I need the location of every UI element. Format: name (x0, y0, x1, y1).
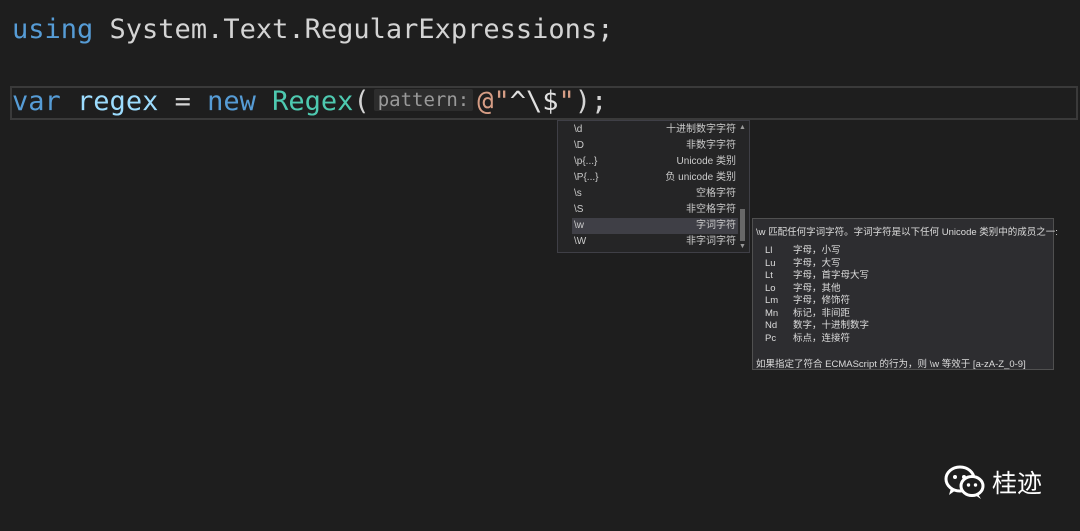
type-regex: Regex (272, 86, 354, 117)
string-open: @" (477, 86, 510, 117)
tooltip-category-row: Lm 字母，修饰符 (765, 295, 850, 307)
completion-key: \s (574, 188, 582, 199)
category-desc: 标记，非间距 (793, 307, 851, 319)
completion-key: \D (574, 140, 584, 151)
tooltip-category-row: Mn 标记，非间距 (765, 308, 850, 320)
tooltip-category-row: Lu 字母，大写 (765, 258, 841, 270)
completion-desc: 非数字字符 (686, 140, 736, 151)
completion-desc: 空格字符 (696, 188, 736, 199)
scroll-up-arrow-icon[interactable]: ▲ (738, 123, 747, 132)
completion-desc: 非空格字符 (686, 204, 736, 215)
completion-key: \S (574, 204, 584, 215)
category-desc: 标点，连接符 (793, 332, 851, 344)
completion-tooltip: \w 匹配任何字词字符。字词字符是以下任何 Unicode 类别中的成员之一: … (752, 218, 1058, 370)
equals-sign: = (158, 86, 208, 117)
watermark-label: 桂迹 (992, 469, 1043, 498)
scroll-thumb[interactable] (740, 209, 745, 241)
completion-key: \p{...} (574, 156, 598, 167)
category-code: Pc (765, 332, 777, 344)
tooltip-category-row: Lo 字母，其他 (765, 283, 841, 295)
tooltip-footer: 如果指定了符合 ECMAScript 的行为，则 \w 等效于 [a-zA-Z_… (756, 359, 1026, 370)
tooltip-category-row: Nd 数字，十进制数字 (765, 320, 869, 332)
category-desc: 字母，首字母大写 (793, 270, 870, 281)
category-desc: 字母，修饰符 (793, 295, 851, 306)
code-line-using[interactable]: using System.Text.RegularExpressions; (12, 14, 613, 45)
completion-item[interactable]: \d 十进制数字字符 (572, 122, 738, 138)
tooltip-category-row: Lt 字母，首字母大写 (765, 270, 869, 282)
keyword-var: var (12, 86, 61, 117)
string-close: " (558, 86, 575, 117)
parameter-hint: pattern: (373, 89, 474, 111)
completion-desc: 负 unicode 类别 (665, 172, 736, 183)
completion-scrollbar[interactable]: ▲ ▼ (738, 123, 747, 251)
completion-desc: 十进制数字字符 (666, 124, 736, 135)
namespace-text: System.Text.RegularExpressions; (93, 14, 614, 45)
open-paren: ( (353, 86, 370, 117)
completion-key: \W (574, 236, 587, 247)
category-code: Lo (765, 282, 776, 294)
category-code: Mn (765, 307, 779, 319)
completion-desc: 非字词字符 (686, 236, 736, 247)
tooltip-category-row: Ll 字母，小写 (765, 245, 841, 257)
completion-desc: 字词字符 (696, 220, 736, 231)
completion-list[interactable]: \d 十进制数字字符 \D 非数字字符 \p{...} Unicode 类别 \P{.… (557, 120, 750, 253)
category-code: Lm (765, 295, 779, 306)
completion-key: \w (574, 220, 584, 231)
category-code: Lu (765, 257, 776, 269)
watermark: 桂迹 (944, 462, 1042, 502)
keyword-new: new (207, 86, 256, 117)
tooltip-category-row: Pc 标点，连接符 (765, 333, 850, 345)
completion-item[interactable]: \D 非数字字符 (572, 138, 738, 154)
category-code: Lt (765, 270, 773, 281)
keyword-using: using (12, 14, 94, 45)
completion-desc: Unicode 类别 (676, 156, 736, 167)
category-code: Ll (765, 245, 773, 256)
completion-item[interactable]: \p{...} Unicode 类别 (572, 154, 738, 170)
category-desc: 字母，其他 (793, 282, 841, 294)
completion-item[interactable]: \S 非空格字符 (572, 202, 738, 218)
category-desc: 数字，十进制数字 (793, 320, 870, 331)
scroll-down-arrow-icon[interactable]: ▼ (738, 242, 747, 251)
category-code: Nd (765, 320, 778, 331)
code-line-regex[interactable]: var regex = new Regex(pattern: @"^\$"); (12, 86, 607, 117)
variable-name: regex (77, 86, 159, 117)
tooltip-header: \w 匹配任何字词字符。字词字符是以下任何 Unicode 类别中的成员之一: (756, 227, 1058, 238)
string-escape: \$ (526, 86, 559, 117)
wechat-icon (944, 465, 985, 499)
completion-item[interactable]: \W 非字词字符 (572, 234, 738, 250)
completion-item[interactable]: \P{...} 负 unicode 类别 (572, 170, 738, 186)
completion-item[interactable]: \s 空格字符 (572, 186, 738, 202)
close-paren-semicolon: ); (574, 86, 608, 117)
completion-key: \P{...} (574, 172, 599, 183)
completion-key: \d (574, 124, 583, 135)
completion-item-selected[interactable]: \w 字词字符 (572, 218, 738, 234)
category-desc: 字母，小写 (793, 245, 841, 256)
string-caret: ^ (509, 86, 526, 117)
category-desc: 字母，大写 (793, 257, 841, 269)
